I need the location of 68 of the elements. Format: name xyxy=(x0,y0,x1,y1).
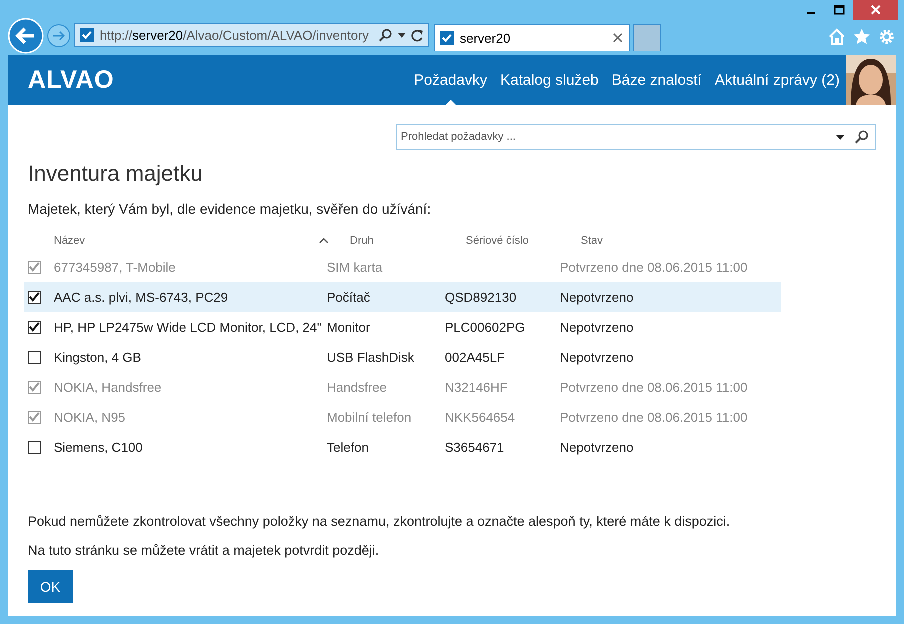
table-row[interactable]: Siemens, C100 Telefon S3654671 Nepotvrzeno xyxy=(24,432,781,462)
close-icon xyxy=(870,5,880,15)
note-text: Pokud nemůžete zkontrolovat všechny položky na seznamu, zkontrolujte a označte alespoň ty, které máte k dispozici. xyxy=(28,514,732,529)
table-cell: Nepotvrzeno xyxy=(560,350,634,364)
table-cell-text: Počítač xyxy=(327,290,372,304)
back-button[interactable] xyxy=(8,18,44,54)
table-cell-text: NOKIA, N95 xyxy=(54,410,127,424)
table-cell-text: Siemens, C100 xyxy=(54,440,144,454)
logo: ALVAO xyxy=(28,66,114,94)
nav-link[interactable]: Katalog služeb xyxy=(500,55,599,105)
search-icon[interactable] xyxy=(379,28,393,42)
maximize-icon xyxy=(834,5,844,15)
table-cell-text: NOKIA, Handsfree xyxy=(54,380,163,394)
table-row[interactable]: HP, HP LP2475w Wide LCD Monitor, LCD, 24" Monitor PLC00602PG Nepotvrzeno xyxy=(24,312,781,342)
table-cell: QSD892130 xyxy=(445,290,517,304)
table-cell-text: USB FlashDisk xyxy=(327,350,416,364)
note-text: Na tuto stránku se můžete vrátit a majetek potvrdit později. xyxy=(28,543,380,558)
table-cell-text: AAC a.s. plvi, MS-6743, PC29 xyxy=(54,290,230,304)
star-icon[interactable] xyxy=(853,28,871,46)
dropdown-icon[interactable] xyxy=(398,32,406,38)
browser-tab[interactable]: server20 xyxy=(434,24,630,51)
nav-link[interactable]: Aktuální zprávy (2) xyxy=(714,55,840,105)
table-cell-text: HP, HP LP2475w Wide LCD Monitor, LCD, 24" xyxy=(54,320,323,334)
intro-text: Majetek, který Vám byl, dle evidence majetku, svěřen do užívání: xyxy=(28,201,432,217)
column-header[interactable]: Sériové číslo xyxy=(466,235,581,247)
shield-icon xyxy=(79,27,95,43)
minimize-icon xyxy=(807,12,815,14)
refresh-icon[interactable] xyxy=(411,28,424,42)
page-title: Inventura majetku xyxy=(28,161,204,187)
checkbox[interactable] xyxy=(28,290,41,304)
table-cell: 002A45LF xyxy=(445,350,505,364)
checkbox[interactable] xyxy=(28,440,41,454)
nav-link[interactable]: Báze znalostí xyxy=(612,55,702,105)
table-cell: Nepotvrzeno xyxy=(560,440,634,454)
table-cell: Nepotvrzeno xyxy=(560,320,634,334)
table-cell-text: Mobilní telefon xyxy=(327,410,413,424)
search-field[interactable]: Prohledat požadavky ... xyxy=(401,131,826,143)
sort-icon[interactable] xyxy=(319,238,329,244)
table-cell-text: Kingston, 4 GB xyxy=(54,350,142,364)
table-cell: Potvrzeno dne 08.06.2015 11:00 xyxy=(560,410,748,424)
table-cell: S3654671 xyxy=(445,440,504,454)
checkbox[interactable] xyxy=(28,320,41,334)
column-header[interactable]: Název xyxy=(54,235,319,247)
table-cell: Nepotvrzeno xyxy=(560,290,634,304)
search-bar[interactable]: Prohledat požadavky ... xyxy=(396,124,876,150)
search-icon[interactable] xyxy=(855,130,869,144)
ok-button[interactable]: OK xyxy=(28,570,73,603)
dropdown-icon[interactable] xyxy=(836,134,845,140)
close-button[interactable] xyxy=(853,0,898,20)
table-cell-text: 677345987, T-Mobile xyxy=(54,260,177,274)
table-cell-text: Handsfree xyxy=(327,380,388,394)
table-row[interactable]: Kingston, 4 GB USB FlashDisk 002A45LF Nepotvrzeno xyxy=(24,342,781,372)
nav-link[interactable]: Požadavky xyxy=(414,55,488,105)
close-icon[interactable] xyxy=(613,33,623,43)
table-cell: Potvrzeno dne 08.06.2015 11:00 xyxy=(560,380,748,394)
table-cell-text: Monitor xyxy=(327,320,372,334)
selected-row[interactable]: AAC a.s. plvi, MS-6743, PC29 Počítač QSD892130 Nepotvrzeno xyxy=(24,282,781,312)
table-cell: PLC00602PG xyxy=(445,320,526,334)
table-cell: NKK564654 xyxy=(445,410,516,424)
table-cell: Potvrzeno dne 08.06.2015 11:00 xyxy=(560,260,748,274)
table-cell: N32146HF xyxy=(445,380,508,394)
address-field[interactable]: http://server20/Alvao/Custom/ALVAO/inventory xyxy=(74,23,429,47)
checkbox[interactable] xyxy=(28,350,41,364)
column-header[interactable]: Druh xyxy=(350,235,468,247)
shield-icon xyxy=(439,30,455,46)
column-header[interactable]: Stav xyxy=(581,235,604,247)
table-cell-text: SIM karta xyxy=(327,260,384,274)
table-cell-text: Telefon xyxy=(327,440,370,454)
